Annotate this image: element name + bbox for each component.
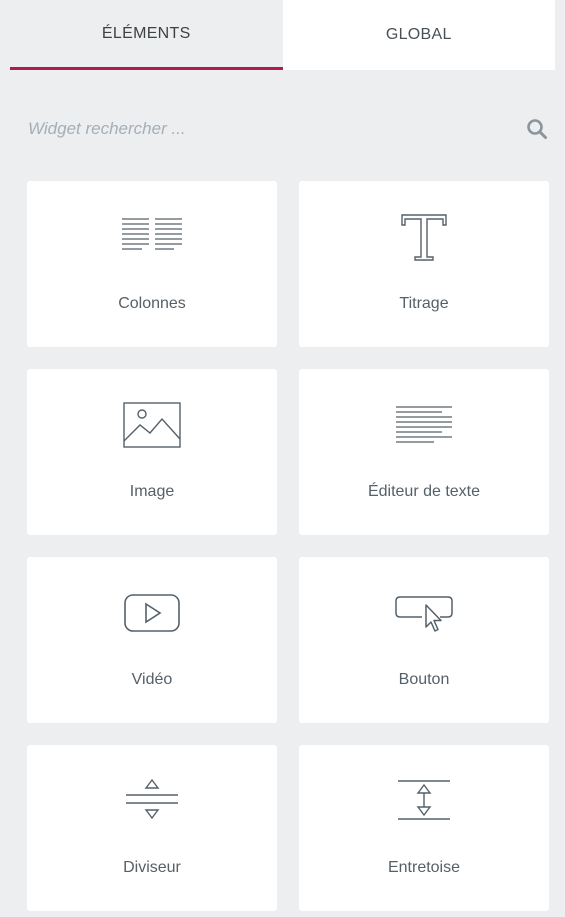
widget-divider-label: Diviseur: [123, 859, 181, 876]
widget-spacer[interactable]: Entretoise: [299, 745, 549, 911]
tab-global[interactable]: GLOBAL: [282, 0, 555, 70]
widget-button-label: Bouton: [398, 671, 450, 688]
heading-icon: [384, 209, 464, 265]
widget-panel: ÉLÉMENTS GLOBAL Widget rechercher ... Co…: [0, 0, 565, 917]
widget-video-label: Vidéo: [131, 671, 173, 688]
tab-elements[interactable]: ÉLÉMENTS: [10, 0, 283, 70]
text-editor-icon: [384, 397, 464, 453]
image-icon: [112, 397, 192, 453]
widget-text-editor-label: Éditeur de texte: [367, 483, 481, 500]
search-bar: [28, 105, 550, 153]
widget-text-editor[interactable]: Éditeur de texte: [299, 369, 549, 535]
search-input[interactable]: [28, 119, 488, 139]
tab-elements-label: ÉLÉMENTS: [101, 24, 191, 42]
widget-video[interactable]: Vidéo: [27, 557, 277, 723]
widget-image-label: Image: [129, 483, 175, 500]
tab-global-label: GLOBAL: [385, 26, 452, 43]
widget-heading-label: Titrage: [399, 295, 449, 312]
divider-icon: [112, 773, 192, 829]
widget-heading[interactable]: Titrage: [299, 181, 549, 347]
widget-image[interactable]: Image: [27, 369, 277, 535]
widget-button[interactable]: Bouton: [299, 557, 549, 723]
panel-tabs: ÉLÉMENTS GLOBAL: [10, 0, 555, 70]
button-icon: [384, 585, 464, 641]
widget-grid: Colonnes Titrage Image Éditeur de texte …: [27, 181, 549, 911]
widget-spacer-label: Entretoise: [387, 859, 461, 876]
video-icon: [112, 585, 192, 641]
widget-columns[interactable]: Colonnes: [27, 181, 277, 347]
widget-divider[interactable]: Diviseur: [27, 745, 277, 911]
spacer-icon: [384, 773, 464, 829]
search-icon[interactable]: [524, 116, 550, 142]
columns-icon: [112, 209, 192, 265]
widget-columns-label: Colonnes: [118, 295, 186, 312]
